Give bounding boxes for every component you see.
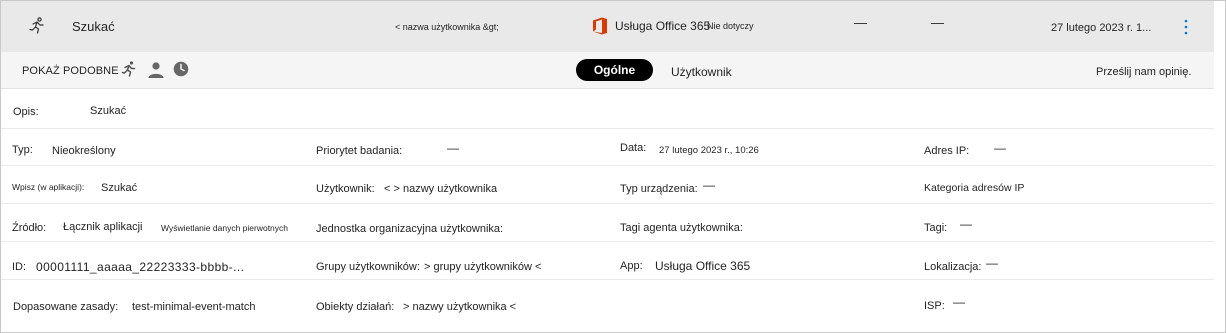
feedback-link[interactable]: Prześlij nam opinię. [1096,66,1191,78]
user-groups-label: Grupy użytkowników: [316,261,420,273]
ip-summary-value: — [854,15,867,30]
matched-policies-label: Dopasowane zasady: [13,301,119,313]
matched-policies-value[interactable]: test-minimal-event-match [132,301,255,313]
app-label: App: [620,260,643,272]
user-groups-value[interactable]: > grupy użytkowników < [424,261,541,273]
tab-general[interactable]: Ogólne [576,59,653,81]
detail-row: Wpisz (w aplikacji): Szukać Użytkownik: … [1,166,1214,204]
running-person-icon[interactable] [120,60,138,78]
priority-value: — [447,141,459,155]
clock-icon[interactable] [173,61,189,77]
activity-app-note: Nie dotyczy [707,21,754,31]
detail-row: ID: 00001111_aaaaa_22223333-bbbb-... Gru… [1,242,1214,280]
enter-label: Wpisz (w aplikacji): [12,182,85,192]
activity-app: Usługa Office 365 [615,19,711,33]
date-value: 27 lutego 2023 r., 10:26 [659,145,759,156]
running-person-icon [29,17,44,34]
source-value: Łącznik aplikacji [63,221,143,233]
isp-value: — [953,295,965,309]
activity-user: < nazwa użytkownika &gt; [395,22,499,32]
tags-label: Tagi: [924,222,948,234]
detail-row-description: Opis: Szukać [1,89,1214,129]
ip-category-label: Kategoria adresów IP [924,182,1025,194]
enter-value: Szukać [101,182,138,194]
ip-address-label: Adres IP: [924,145,970,157]
raw-data-link[interactable]: Wyświetlanie danych pierwotnych [161,223,288,233]
ip-address-value: — [994,141,1006,155]
type-value: Nieokreślony [52,145,116,157]
location-label: Lokalizacja: [924,261,982,273]
location-value: — [986,256,998,270]
id-label: ID: [12,261,27,273]
show-similar-label: POKAŻ PODOBNE [22,65,119,77]
device-type-value: — [703,178,715,192]
detail-row: Dopasowane zasady: test-minimal-event-ma… [1,280,1214,320]
source-label: Źródło: [12,222,47,234]
priority-label: Priorytet badania: [316,145,403,157]
user-label: Użytkownik: [316,183,375,195]
type-label: Typ: [12,144,33,156]
details-toolbar: POKAŻ PODOBNE Ogólne Użytkownik Prześlij… [1,52,1214,89]
tags-value: — [960,217,972,231]
device-type-label: Typ urządzenia: [620,183,698,195]
more-vertical-icon[interactable] [1179,16,1193,38]
activity-objects-label: Obiekty działań: [316,301,395,313]
location-summary-value: — [931,15,944,30]
user-value[interactable]: < > nazwy użytkownika [384,183,497,195]
description-value: Szukać [90,105,127,117]
activity-summary-row[interactable]: Szukać < nazwa użytkownika &gt; Usługa O… [1,1,1214,52]
agent-tags-label: Tagi agenta użytkownika: [620,222,743,234]
app-value[interactable]: Usługa Office 365 [655,259,750,273]
date-label: Data: [620,142,647,154]
org-unit-label: Jednostka organizacyjna użytkownika: [316,223,504,235]
person-icon[interactable] [147,61,165,79]
detail-row: Typ: Nieokreślony Priorytet badania: — D… [1,129,1214,166]
activity-date: 27 lutego 2023 r. 1... [1051,22,1152,34]
office-logo-icon [593,17,607,35]
activity-objects-value[interactable]: > nazwy użytkownika < [403,301,516,313]
detail-row: Źródło: Łącznik aplikacji Wyświetlanie d… [1,204,1214,242]
id-value: 00001111_aaaaa_22223333-bbbb-... [36,260,245,274]
description-label: Opis: [13,106,39,118]
isp-label: ISP: [924,300,945,312]
activity-title: Szukać [72,19,115,34]
tab-user[interactable]: Użytkownik [671,65,732,79]
